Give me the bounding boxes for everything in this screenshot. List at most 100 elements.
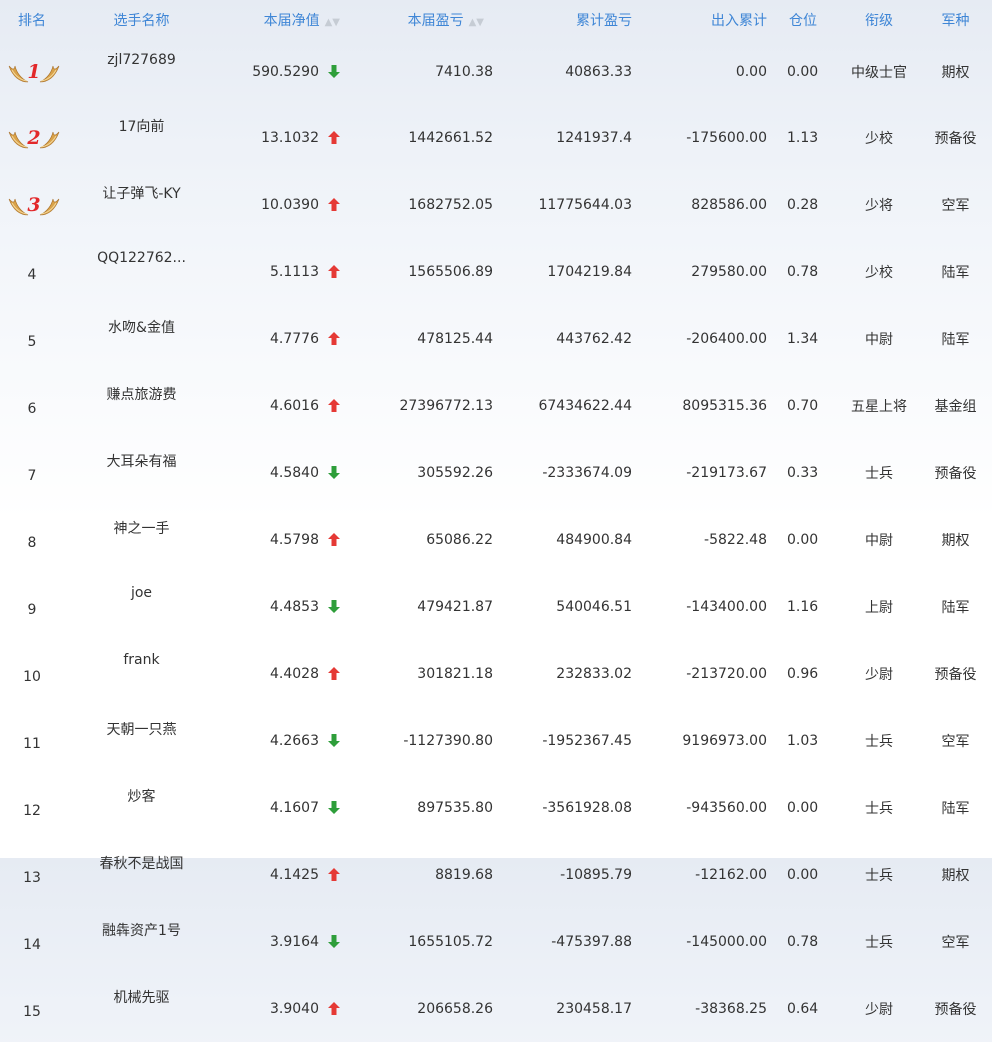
sort-icon[interactable]: ▲▼ <box>325 17 340 28</box>
arrow-down-icon <box>327 733 341 749</box>
cum-value: -3561928.08 <box>542 799 632 816</box>
pos-value: 0.64 <box>787 1000 819 1017</box>
nav-cell: 10.0390 <box>219 171 350 238</box>
title-value: 少尉 <box>865 666 893 683</box>
pnl-value: 27396772.13 <box>399 397 493 414</box>
sort-icon[interactable]: ▲▼ <box>469 17 484 28</box>
arrow-up-icon <box>327 130 341 146</box>
title-value: 少将 <box>865 197 893 214</box>
flow-value: -143400.00 <box>686 598 767 615</box>
header-nav[interactable]: 本届净值 ▲▼ <box>219 0 350 40</box>
rank-number: 2 <box>27 126 41 149</box>
nav-cell: 4.4853 <box>219 573 350 640</box>
rank-cell: 1 <box>0 40 64 104</box>
rank-number: 11 <box>23 735 41 752</box>
flow-value: 279580.00 <box>691 263 767 280</box>
player-name[interactable]: frank <box>64 640 219 707</box>
nav-cell: 590.5290 <box>219 40 350 104</box>
player-name[interactable]: 神之一手 <box>64 506 219 573</box>
pos-value: 1.16 <box>787 598 819 615</box>
pos-value: 0.78 <box>787 263 819 280</box>
title-value: 少尉 <box>865 1001 893 1018</box>
player-name[interactable]: 赚点旅游费 <box>64 372 219 439</box>
arrow-down-icon <box>327 64 341 80</box>
pos-value: 0.00 <box>787 531 819 548</box>
branch-value: 预备役 <box>934 130 977 147</box>
rank-number: 10 <box>23 668 41 685</box>
flow-value: -213720.00 <box>686 665 767 682</box>
flow-value: -206400.00 <box>686 330 767 347</box>
pnl-value: 301821.18 <box>417 665 493 682</box>
player-name[interactable]: 机械先驱 <box>64 975 219 1042</box>
table-row: 14 融犇资产1号 3.9164 1655105.72 -475397.88 -14500… <box>0 908 992 975</box>
nav-value: 4.4028 <box>270 665 319 682</box>
pos-value: 0.96 <box>787 665 819 682</box>
rank-cell: 9 <box>0 573 64 640</box>
header-pnl-label: 本届盈亏 <box>407 13 464 29</box>
table-row: 1 zjl727689 590.5290 7410.38 40863.33 0.00 0.0… <box>0 40 992 104</box>
player-name[interactable]: 让子弹飞-KY <box>64 171 219 238</box>
flow-value: 9196973.00 <box>682 732 767 749</box>
flow-value: 8095315.36 <box>682 397 767 414</box>
flow-value: -5822.48 <box>704 531 767 548</box>
player-name[interactable]: 17向前 <box>64 104 219 171</box>
table-row: 4 QQ122762... 5.1113 1565506.89 1704219.84 27… <box>0 238 992 305</box>
title-value: 少校 <box>865 264 893 281</box>
nav-cell: 5.1113 <box>219 238 350 305</box>
player-name[interactable]: QQ122762... <box>64 238 219 305</box>
nav-cell: 4.6016 <box>219 372 350 439</box>
rank-number: 13 <box>23 869 41 886</box>
rank-cell: 2 <box>0 104 64 171</box>
cum-value: 1704219.84 <box>547 263 632 280</box>
nav-value: 4.7776 <box>270 330 319 347</box>
player-name[interactable]: 春秋不是战国 <box>64 841 219 908</box>
flow-value: -12162.00 <box>695 866 767 883</box>
table-row: 7 大耳朵有福 4.5840 305592.26 -2333674.09 -219173.… <box>0 439 992 506</box>
player-name[interactable]: 大耳朵有福 <box>64 439 219 506</box>
rank-cell: 13 <box>0 841 64 908</box>
player-name[interactable]: 炒客 <box>64 774 219 841</box>
arrow-up-icon <box>327 264 341 280</box>
arrow-up-icon <box>327 1001 341 1017</box>
pnl-value: 479421.87 <box>417 598 493 615</box>
nav-cell: 3.9040 <box>219 975 350 1042</box>
player-name[interactable]: 融犇资产1号 <box>64 908 219 975</box>
nav-cell: 4.1607 <box>219 774 350 841</box>
table-row: 6 赚点旅游费 4.6016 27396772.13 67434622.44 809531… <box>0 372 992 439</box>
rank-cell: 5 <box>0 305 64 372</box>
rank-number: 8 <box>27 534 37 551</box>
rank-medal-icon: 2 <box>6 123 62 153</box>
player-name[interactable]: 水吻&金值 <box>64 305 219 372</box>
header-flow: 出入累计 <box>711 13 767 29</box>
title-value: 士兵 <box>865 800 893 817</box>
cum-value: 484900.84 <box>556 531 632 548</box>
rank-cell: 11 <box>0 707 64 774</box>
table-row: 15 机械先驱 3.9040 206658.26 230458.17 -38368.25 0… <box>0 975 992 1042</box>
rank-number: 6 <box>27 400 37 417</box>
flow-value: -175600.00 <box>686 129 767 146</box>
arrow-down-icon <box>327 934 341 950</box>
header-branch: 军种 <box>941 13 970 29</box>
branch-value: 空军 <box>941 733 970 750</box>
title-value: 中尉 <box>865 331 893 348</box>
player-name[interactable]: 天朝一只燕 <box>64 707 219 774</box>
branch-value: 空军 <box>941 197 970 214</box>
rank-cell: 15 <box>0 975 64 1042</box>
arrow-up-icon <box>327 532 341 548</box>
flow-value: -145000.00 <box>686 933 767 950</box>
title-value: 上尉 <box>865 599 893 616</box>
table-row: 12 炒客 4.1607 897535.80 -3561928.08 -943560.00… <box>0 774 992 841</box>
pnl-value: 65086.22 <box>426 531 493 548</box>
branch-value: 期权 <box>941 65 970 81</box>
flow-value: -38368.25 <box>695 1000 767 1017</box>
header-pnl[interactable]: 本届盈亏 ▲▼ <box>350 0 493 40</box>
table-row: 13 春秋不是战国 4.1425 8819.68 -10895.79 -12162.00 0… <box>0 841 992 908</box>
rank-cell: 8 <box>0 506 64 573</box>
pos-value: 0.00 <box>787 799 819 816</box>
header-nav-label: 本届净值 <box>263 13 320 29</box>
branch-value: 陆军 <box>941 800 970 817</box>
player-name[interactable]: joe <box>64 573 219 640</box>
player-name[interactable]: zjl727689 <box>64 40 219 104</box>
nav-value: 4.5798 <box>270 531 319 548</box>
nav-value: 4.2663 <box>270 732 319 749</box>
